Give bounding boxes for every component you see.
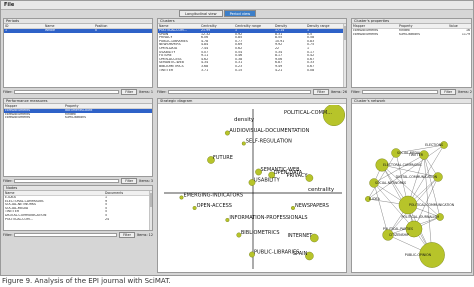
filter-label: Filter: (157, 90, 167, 94)
filter-label: Filter: (3, 90, 13, 94)
column-header[interactable]: Name (44, 24, 94, 28)
network-node-label: E-IDEA (369, 197, 381, 201)
cluster-point-label: NEWSPAPERS (295, 203, 329, 209)
periods-filter-button[interactable]: Filter (121, 89, 138, 95)
cluster-point-label: FUTURE (213, 155, 233, 161)
table-cell: 3.71 (201, 68, 209, 72)
items-count: Items: 2 (458, 90, 472, 94)
column-header[interactable]: Density (274, 24, 306, 28)
periods-panel: Periods ID Name Position 1 Whole 0 (3, 18, 153, 88)
network-node-label: SOCIAL-NETWORKS (375, 181, 406, 185)
column-header[interactable]: Centrality range (234, 24, 274, 28)
tab-longitudinal-view[interactable]: Longitudinal view (179, 10, 223, 17)
properties-filter-input[interactable] (362, 89, 439, 95)
table-cell: POLITICAL-COM... (5, 217, 33, 221)
nodes-filter-input[interactable] (14, 232, 118, 238)
clusters-panel: Clusters Name Centrality Centrality rang… (157, 18, 347, 88)
nodes-filter-bar: Filter: Filter Items: 12 (3, 232, 153, 238)
scimat-window: File Longitudinal view Period view Perio… (0, 0, 474, 276)
network-node-label: CITIZENSHIP (389, 233, 409, 237)
cluster-point-label: AUDIOVISUAL-DOCUMENTATION (229, 128, 309, 134)
nodes-filter-button[interactable]: Filter (119, 232, 135, 238)
centrality-axis-label: centrality (308, 187, 335, 193)
cluster-network-graph[interactable]: POLITICAL-COMMUNICATION ELECTORAL-CAMPAIG… (352, 105, 471, 273)
column-header[interactable]: ID (4, 24, 44, 28)
clusters-scrollbar[interactable] (343, 24, 346, 87)
file-menu[interactable]: File (4, 2, 14, 8)
items-count: Items: 3 (139, 179, 153, 183)
cluster-point-label: EMERGING-INDICATORS (183, 193, 243, 199)
cluster-point-label: SPAIN (293, 251, 308, 257)
column-header[interactable]: Property (398, 24, 448, 28)
strategic-diagram-title: Strategic diagram (158, 99, 346, 104)
cluster-properties-panel: Cluster's properties Mapper Property Val… (351, 18, 472, 88)
table-cell: 4.21 (275, 68, 283, 72)
items-count: Items: 26 (330, 90, 347, 94)
items-count: Items: 12 (136, 233, 153, 237)
performance-filter-input[interactable] (14, 178, 120, 184)
cluster-point-label: SELF-REGULATION (246, 139, 292, 145)
table-cell: 24 (105, 217, 110, 221)
performance-filter-bar: Filter: Filter Items: 3 (3, 178, 153, 184)
cluster-point-label: BIBLIOMETRICS (241, 230, 280, 236)
strategic-diagram-chart[interactable]: density centrality POLITICAL-COMM...PRIV… (158, 105, 346, 273)
cluster-point-label: SEMANTIC-WEB (261, 167, 301, 173)
column-header[interactable]: Name (4, 191, 104, 195)
table-row[interactable]: TWITTER 3.71 0.15 4.21 0.08 (158, 69, 346, 73)
column-header[interactable]: Mapper (4, 104, 64, 108)
network-node-label: TWITTER (408, 153, 424, 157)
periods-filter-input[interactable] (14, 89, 120, 95)
network-node-label: POLITICAL-JOURNALISM (401, 215, 439, 219)
table-cell: 0.08 (307, 68, 315, 72)
cluster-point-label: POLITICAL-COMM... (284, 110, 332, 116)
tab-period-view[interactable]: Period view (223, 10, 257, 17)
cluster-point-label: USABILITY (254, 178, 281, 184)
network-node-label: POLITICAL-COMMUNICATION (409, 203, 455, 207)
density-axis-label: density (234, 117, 255, 123)
cluster-network-title: Cluster's network (352, 99, 471, 104)
table-row[interactable]: coreDocuments sumCitations (4, 116, 152, 120)
menu-bar: File (1, 1, 473, 10)
nodes-table-body: E-IDEA 1 ELECTORAL-CAMPAIGNS 9 SOCIAL-NETWOR… (4, 196, 152, 221)
column-header[interactable]: Mapper (352, 24, 398, 28)
cluster-network-panel: Cluster's network POLITICAL-COMMUNICATIO… (351, 98, 472, 273)
clusters-filter-button[interactable]: Filter (313, 89, 329, 95)
periods-filter-bar: Filter: Filter Items: 1 (3, 89, 153, 95)
column-header[interactable]: Property (64, 104, 152, 108)
strategic-diagram-panel: Strategic diagram density centrality POL… (157, 98, 347, 273)
table-row[interactable]: coreDocuments sumCitations 1179 (352, 33, 471, 37)
figure-caption: Figure 9. Analysis of the EPI journal wi… (2, 277, 171, 285)
network-node-label: ELECTORAL-CAMPAIGNS (383, 163, 422, 167)
column-header[interactable]: Documents (104, 191, 150, 195)
table-row[interactable]: POLITICAL-COM... 24 (4, 218, 152, 222)
network-node-label: PUBLIC-OPINION (405, 253, 432, 257)
table-cell: TWITTER (159, 68, 174, 72)
cluster-point-label: INFORMATION-PROFESSIONALS (229, 215, 307, 221)
filter-label: Filter: (351, 90, 361, 94)
filter-label: Filter: (3, 233, 13, 237)
network-node-label: ELECTIONS (425, 143, 443, 147)
cluster-point-label: OPEN-ACCESS (197, 203, 232, 209)
items-count: Items: 1 (139, 90, 153, 94)
nodes-panel: Nodes Name Documents E-IDEA 1 ELECTORAL-CA… (3, 185, 153, 231)
network-node-label: DIGITAL-COMMUNICATION (396, 175, 438, 179)
column-header[interactable]: Centrality (200, 24, 234, 28)
cluster-point-label: INTERNET (287, 233, 313, 239)
filter-label: Filter: (3, 179, 13, 183)
clusters-filter-bar: Filter: Filter Items: 26 (157, 89, 347, 95)
clusters-filter-input[interactable] (168, 89, 312, 95)
column-header[interactable]: Value (448, 24, 471, 28)
performance-filter-button[interactable]: Filter (121, 178, 138, 184)
view-tabs: Longitudinal view Period view (179, 10, 257, 17)
column-header[interactable]: Density range (306, 24, 342, 28)
column-header[interactable]: Name (158, 24, 200, 28)
table-row[interactable]: 1 Whole 0 (4, 29, 152, 33)
clusters-table-body: POLITICAL-COM... 21.99 1 17.14 1 SPAIN 12.32 0.… (158, 29, 346, 72)
nodes-scrollbar[interactable] (149, 191, 152, 230)
properties-filter-button[interactable]: Filter (440, 89, 457, 95)
column-header[interactable]: Position (94, 24, 150, 28)
table-cell: 0.15 (235, 68, 243, 72)
performance-panel: Performance measures Mapper Property cor… (3, 98, 153, 177)
properties-filter-bar: Filter: Filter Items: 2 (351, 89, 472, 95)
